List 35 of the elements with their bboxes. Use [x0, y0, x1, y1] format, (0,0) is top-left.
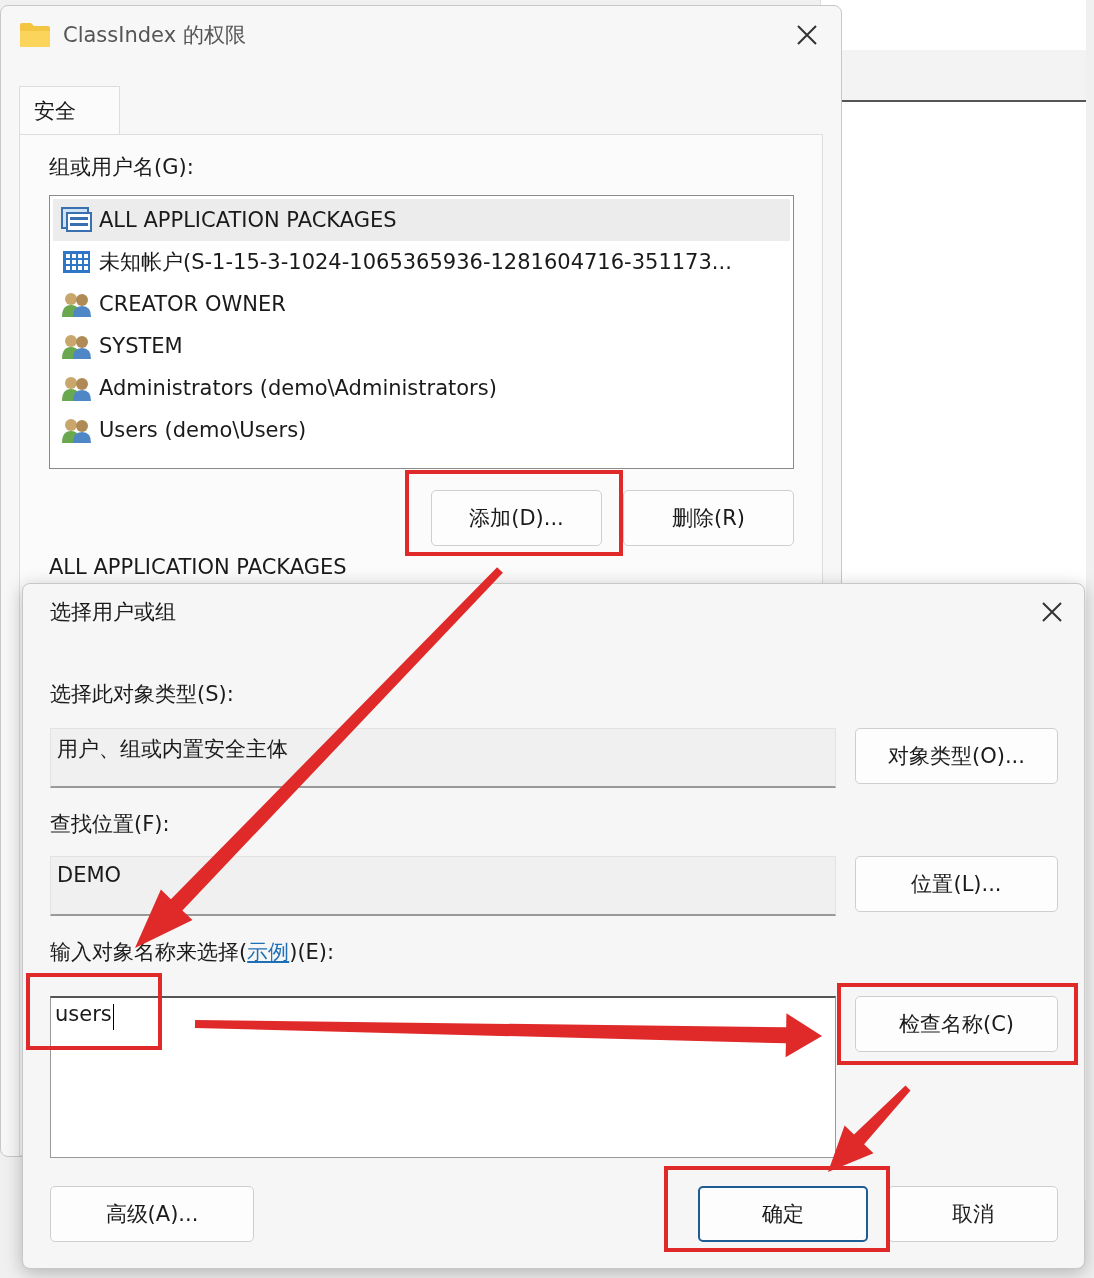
list-item[interactable]: Users (demo\Users) [53, 409, 790, 451]
examples-link[interactable]: 示例 [247, 940, 290, 964]
locations-button[interactable]: 位置(L)... [855, 856, 1058, 912]
tab[interactable]: 安全 [19, 86, 120, 134]
list-item[interactable]: 未知帐户(S-1-15-3-1024-1065365936-1281604716-351173... [53, 241, 790, 283]
package-icon [61, 206, 93, 234]
list-item[interactable]: Administrators (demo\Administrators) [53, 367, 790, 409]
users-icon [61, 374, 93, 402]
close-icon [1040, 600, 1064, 624]
dialog-title: 选择用户或组 [50, 599, 176, 626]
close-icon [795, 23, 819, 47]
window-title: ClassIndex 的权限 [63, 22, 247, 49]
users-icon [61, 290, 93, 318]
field-label: 查找位置(F): [50, 811, 170, 838]
field-label: 组或用户名(G): [49, 154, 194, 181]
section-heading: ALL APPLICATION PACKAGES [49, 555, 348, 579]
remove-button[interactable]: 删除(R) [623, 490, 794, 546]
list-item[interactable]: SYSTEM [53, 325, 790, 367]
list-item[interactable]: CREATOR OWNER [53, 283, 790, 325]
folder-icon [19, 22, 51, 48]
cancel-button[interactable]: 取消 [888, 1186, 1058, 1242]
users-icon [61, 416, 93, 444]
field-label: 输入对象名称来选择(示例)(E): [50, 939, 335, 966]
object-types-button[interactable]: 对象类型(O)... [855, 728, 1058, 784]
users-icon [61, 332, 93, 360]
grid-icon [61, 248, 93, 276]
object-type-field: 用户、组或内置安全主体 [50, 728, 836, 788]
input-field[interactable]: users [50, 996, 836, 1158]
field-label: 选择此对象类型(S): [50, 681, 234, 708]
ok-button[interactable]: 确定 [698, 1186, 868, 1242]
advanced-button[interactable]: 高级(A)... [50, 1186, 254, 1242]
check-names-button[interactable]: 检查名称(C) [855, 996, 1058, 1052]
location-field: DEMO [50, 856, 836, 916]
add-button[interactable]: 添加(D)... [431, 490, 602, 546]
list-item[interactable]: ALL APPLICATION PACKAGES [53, 199, 790, 241]
